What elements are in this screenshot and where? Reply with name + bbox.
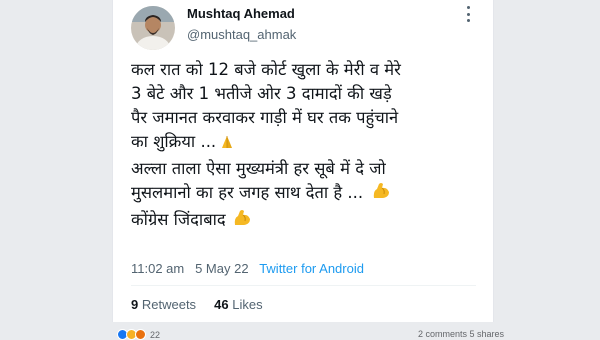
tweet-line: कल रात को 12 बजे कोर्ट खुला के मेरी व मे… bbox=[131, 60, 401, 79]
tweet-line: का शुक्रिया ... bbox=[131, 132, 217, 151]
reactions-count: 22 bbox=[150, 329, 161, 340]
tweet-line: अल्ला ताला ऐसा मुख्यमंत्री हर सूबे में द… bbox=[131, 159, 386, 178]
divider bbox=[131, 285, 476, 286]
flexed-biceps-emoji-icon bbox=[371, 181, 391, 208]
tweet-line-with-emoji: का शुक्रिया ... bbox=[131, 130, 481, 157]
retweets-count[interactable]: 9 bbox=[131, 297, 138, 312]
tweet-line-with-emoji: मुसलमानो का हर जगह साथ देता है ... bbox=[131, 181, 481, 208]
angry-reaction-icon bbox=[135, 329, 146, 340]
tweet-stats: 9 Retweets 46 Likes bbox=[131, 297, 263, 312]
author-name[interactable]: Mushtaq Ahemad bbox=[187, 6, 295, 21]
tweet-line: कोंग्रेस जिंदाबाद bbox=[131, 210, 226, 229]
likes-count[interactable]: 46 bbox=[214, 297, 228, 312]
likes-label[interactable]: Likes bbox=[232, 297, 262, 312]
retweets-label[interactable]: Retweets bbox=[142, 297, 196, 312]
tweet-date: 5 May 22 bbox=[195, 261, 249, 276]
folded-hands-emoji-icon bbox=[219, 133, 235, 157]
tweet-meta: 11:02 am 5 May 22 Twitter for Android bbox=[131, 261, 364, 276]
tweet-line: मुसलमानो का हर जगह साथ देता है ... bbox=[131, 183, 364, 202]
tweet-line: पैर जमानत करवाकर गाड़ी में घर तक पहुंचान… bbox=[131, 108, 399, 127]
tweet-time: 11:02 am bbox=[131, 261, 185, 276]
more-vertical-icon[interactable] bbox=[461, 6, 475, 22]
reactions-summary[interactable]: 22 bbox=[117, 329, 160, 340]
author-handle[interactable]: @mushtaq_ahmak bbox=[187, 27, 296, 42]
flexed-biceps-emoji-icon bbox=[232, 208, 252, 235]
tweet-line-with-emoji: कोंग्रेस जिंदाबाद bbox=[131, 208, 481, 235]
tweet-source-link[interactable]: Twitter for Android bbox=[259, 261, 364, 276]
tweet-text: कल रात को 12 बजे कोर्ट खुला के मेरी व मे… bbox=[131, 58, 481, 235]
tweet-line: 3 बेटे और 1 भतीजे ओर 3 दामादों की खड़े bbox=[131, 84, 392, 103]
avatar[interactable] bbox=[131, 6, 175, 50]
